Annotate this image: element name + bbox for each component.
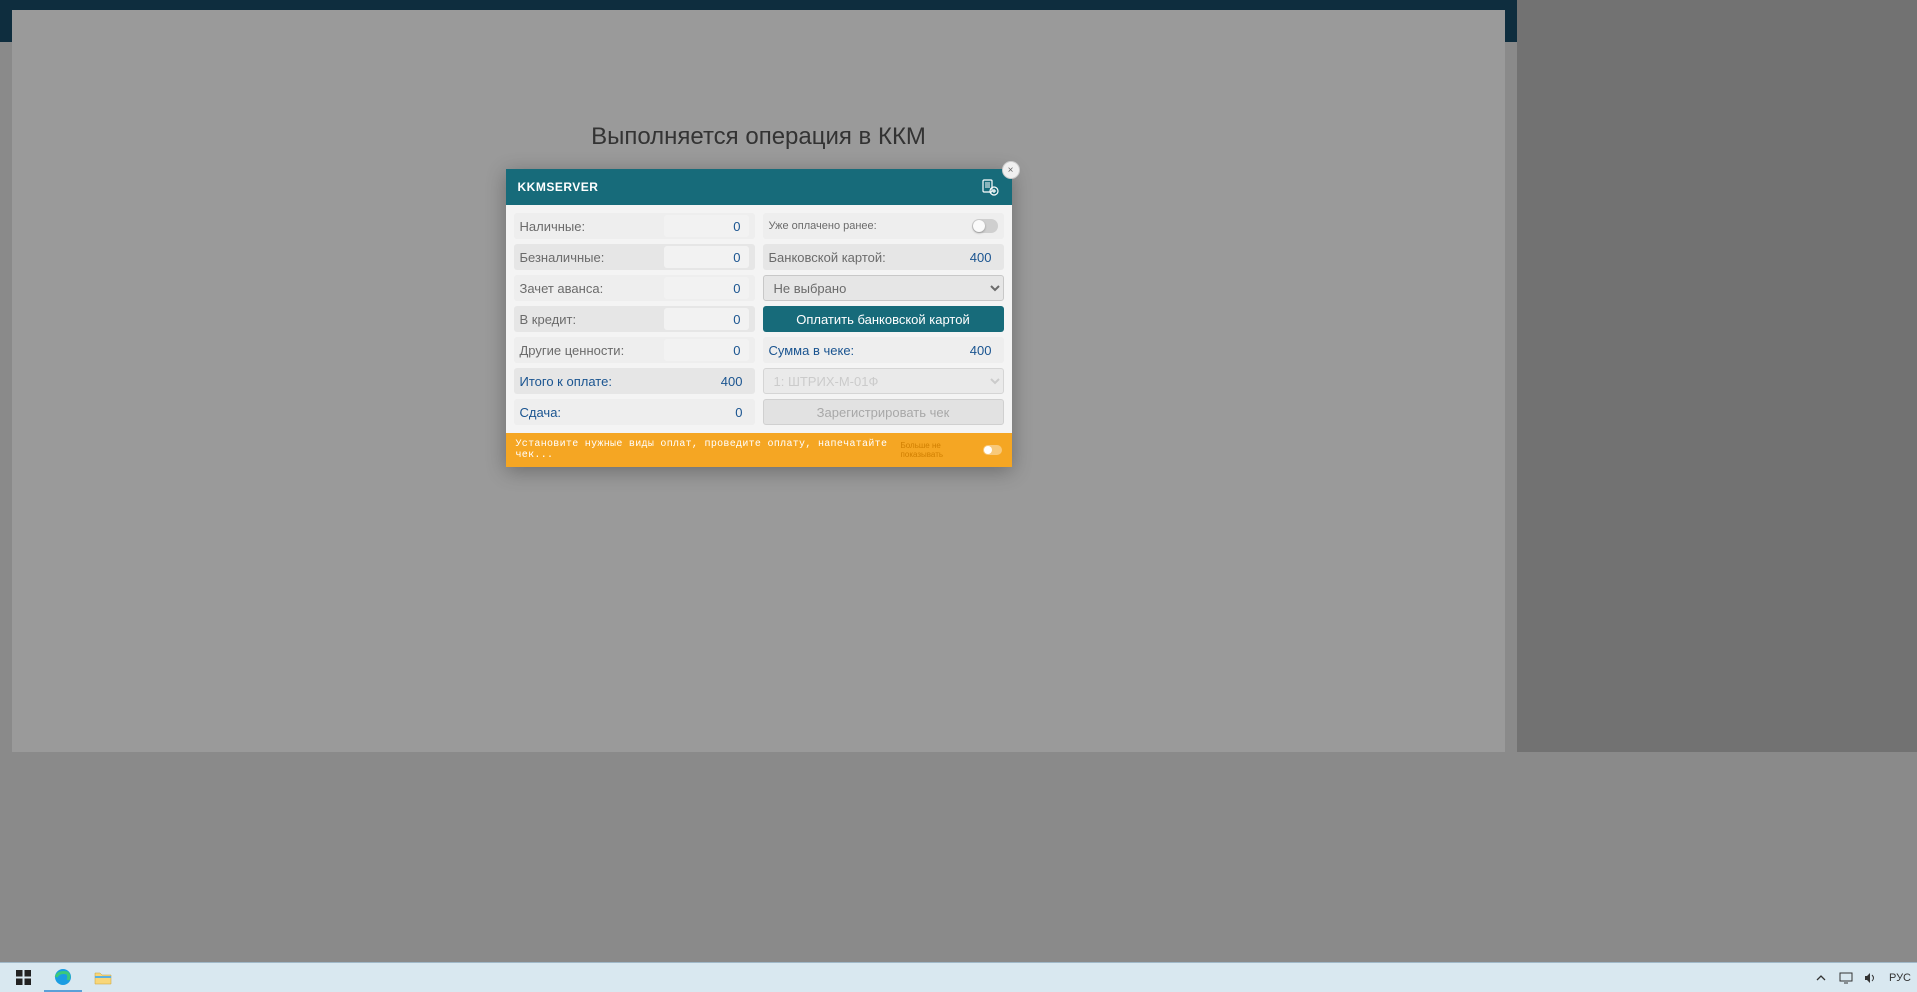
pay-button-row: Оплатить банковской картой [763, 306, 1004, 332]
device-select[interactable]: 1: ШТРИХ-М-01Ф [763, 368, 1004, 394]
total-row: Итого к оплате: 400 [514, 368, 755, 394]
bank-card-row: Банковской картой: 400 [763, 244, 1004, 270]
cash-input[interactable] [664, 215, 749, 237]
other-row: Другие ценности: [514, 337, 755, 363]
modal-footer: Установите нужные виды оплат, проведите … [506, 433, 1012, 467]
advance-row: Зачет аванса: [514, 275, 755, 301]
noncash-row: Безналичные: [514, 244, 755, 270]
total-label: Итого к оплате: [520, 374, 721, 389]
bank-card-label: Банковской картой: [769, 250, 970, 265]
tray-monitor-icon[interactable] [1839, 970, 1854, 985]
operation-title: Выполняется операция в ККМ [591, 123, 926, 151]
advance-label: Зачет аванса: [520, 281, 664, 296]
terminal-select-row: Не выбрано [763, 275, 1004, 301]
backdrop-right-panel [1517, 0, 1917, 752]
pay-card-button[interactable]: Оплатить банковской картой [763, 306, 1004, 332]
footer-toggle-label: Больше не показывать [901, 441, 980, 459]
taskbar-left [0, 964, 122, 992]
other-input[interactable] [664, 339, 749, 361]
cash-label: Наличные: [520, 219, 664, 234]
right-column: Уже оплачено ранее: Банковской картой: 4… [763, 213, 1004, 425]
advance-input[interactable] [664, 277, 749, 299]
footer-toggle-group: Больше не показывать [901, 441, 1002, 459]
bank-card-value: 400 [970, 250, 998, 265]
footer-message: Установите нужные виды оплат, проведите … [516, 439, 901, 461]
modal-header: KKMSERVER [506, 169, 1012, 205]
taskbar-language[interactable]: РУС [1889, 972, 1911, 984]
taskbar-right: РУС [1814, 970, 1917, 985]
background-overlay: Выполняется операция в ККМ × KKMSERVER [0, 0, 1917, 992]
tray-chevron-up-icon[interactable] [1814, 970, 1829, 985]
paid-before-row: Уже оплачено ранее: [763, 213, 1004, 239]
sum-value: 400 [970, 343, 998, 358]
paid-before-label: Уже оплачено ранее: [769, 220, 972, 232]
left-column: Наличные: Безналичные: Зачет аванса: [514, 213, 755, 425]
tray-volume-icon[interactable] [1864, 970, 1879, 985]
change-label: Сдача: [520, 405, 736, 420]
dont-show-toggle[interactable] [983, 445, 1001, 455]
register-button-row: Зарегистрировать чек [763, 399, 1004, 425]
windows-taskbar: РУС [0, 962, 1917, 992]
cash-row: Наличные: [514, 213, 755, 239]
modal-close-button[interactable]: × [1002, 161, 1020, 179]
credit-label: В кредит: [520, 312, 664, 327]
change-value: 0 [735, 405, 748, 420]
modal-overlay-area: Выполняется операция в ККМ × KKMSERVER [12, 10, 1505, 752]
noncash-label: Безналичные: [520, 250, 664, 265]
sum-label: Сумма в чеке: [769, 343, 970, 358]
start-button[interactable] [4, 964, 42, 992]
modal-title: KKMSERVER [518, 180, 599, 194]
file-explorer-taskbar-icon[interactable] [84, 964, 122, 992]
kkm-modal: × KKMSERVER [506, 169, 1012, 467]
credit-row: В кредит: [514, 306, 755, 332]
change-row: Сдача: 0 [514, 399, 755, 425]
receipt-add-icon[interactable] [980, 177, 1000, 197]
other-label: Другие ценности: [520, 343, 664, 358]
desktop: Выполняется операция в ККМ × KKMSERVER [0, 0, 1917, 992]
sum-row: Сумма в чеке: 400 [763, 337, 1004, 363]
total-value: 400 [721, 374, 749, 389]
terminal-select[interactable]: Не выбрано [763, 275, 1004, 301]
noncash-input[interactable] [664, 246, 749, 268]
register-receipt-button[interactable]: Зарегистрировать чек [763, 399, 1004, 425]
edge-browser-taskbar-icon[interactable] [44, 964, 82, 992]
paid-before-toggle[interactable] [972, 219, 998, 233]
modal-body: Наличные: Безналичные: Зачет аванса: [506, 205, 1012, 433]
device-select-row: 1: ШТРИХ-М-01Ф [763, 368, 1004, 394]
credit-input[interactable] [664, 308, 749, 330]
